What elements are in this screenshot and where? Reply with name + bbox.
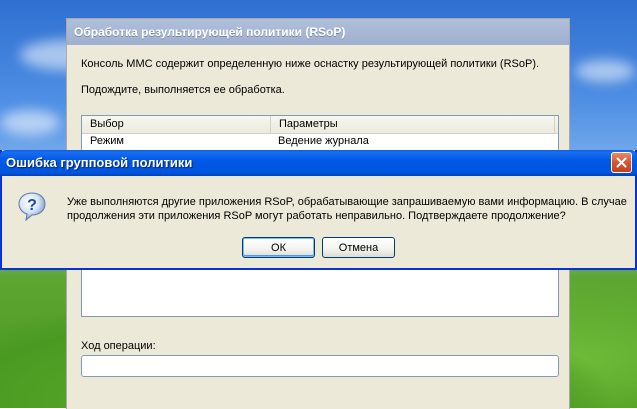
cloud [0, 110, 60, 135]
close-button[interactable] [611, 152, 632, 173]
question-icon: ? [18, 192, 46, 222]
list-item[interactable]: Режим Ведение журнала [82, 134, 558, 148]
column-header-parameters[interactable]: Параметры [271, 116, 555, 133]
rsop-wait-text: Подождите, выполняется ее обработка. [81, 84, 285, 96]
rsop-window-titlebar[interactable]: Обработка результирующей политики (RSoP) [67, 19, 569, 45]
svg-text:?: ? [27, 197, 37, 214]
progress-label: Ход операции: [81, 340, 156, 352]
list-item-parameters: Ведение журнала [278, 135, 369, 147]
dialog-titlebar[interactable]: Ошибка групповой политики [0, 150, 637, 176]
dialog-message: Уже выполняются другие приложения RSoP, … [67, 196, 627, 222]
group-policy-error-dialog: Ошибка групповой политики ? Уже выполняю… [0, 150, 637, 270]
dialog-title: Ошибка групповой политики [6, 155, 193, 170]
list-item-selection: Режим [90, 135, 124, 147]
progress-bar [81, 355, 559, 377]
cloud [575, 60, 635, 82]
close-icon [616, 157, 627, 168]
rsop-description: Консоль MMC содержит определенную ниже о… [81, 58, 540, 70]
list-header: Выбор Параметры [82, 116, 558, 134]
cancel-button[interactable]: Отмена [322, 237, 395, 258]
rsop-window-title: Обработка результирующей политики (RSoP) [74, 25, 346, 39]
ok-button[interactable]: ОК [242, 237, 315, 258]
column-header-selection[interactable]: Выбор [82, 116, 271, 133]
